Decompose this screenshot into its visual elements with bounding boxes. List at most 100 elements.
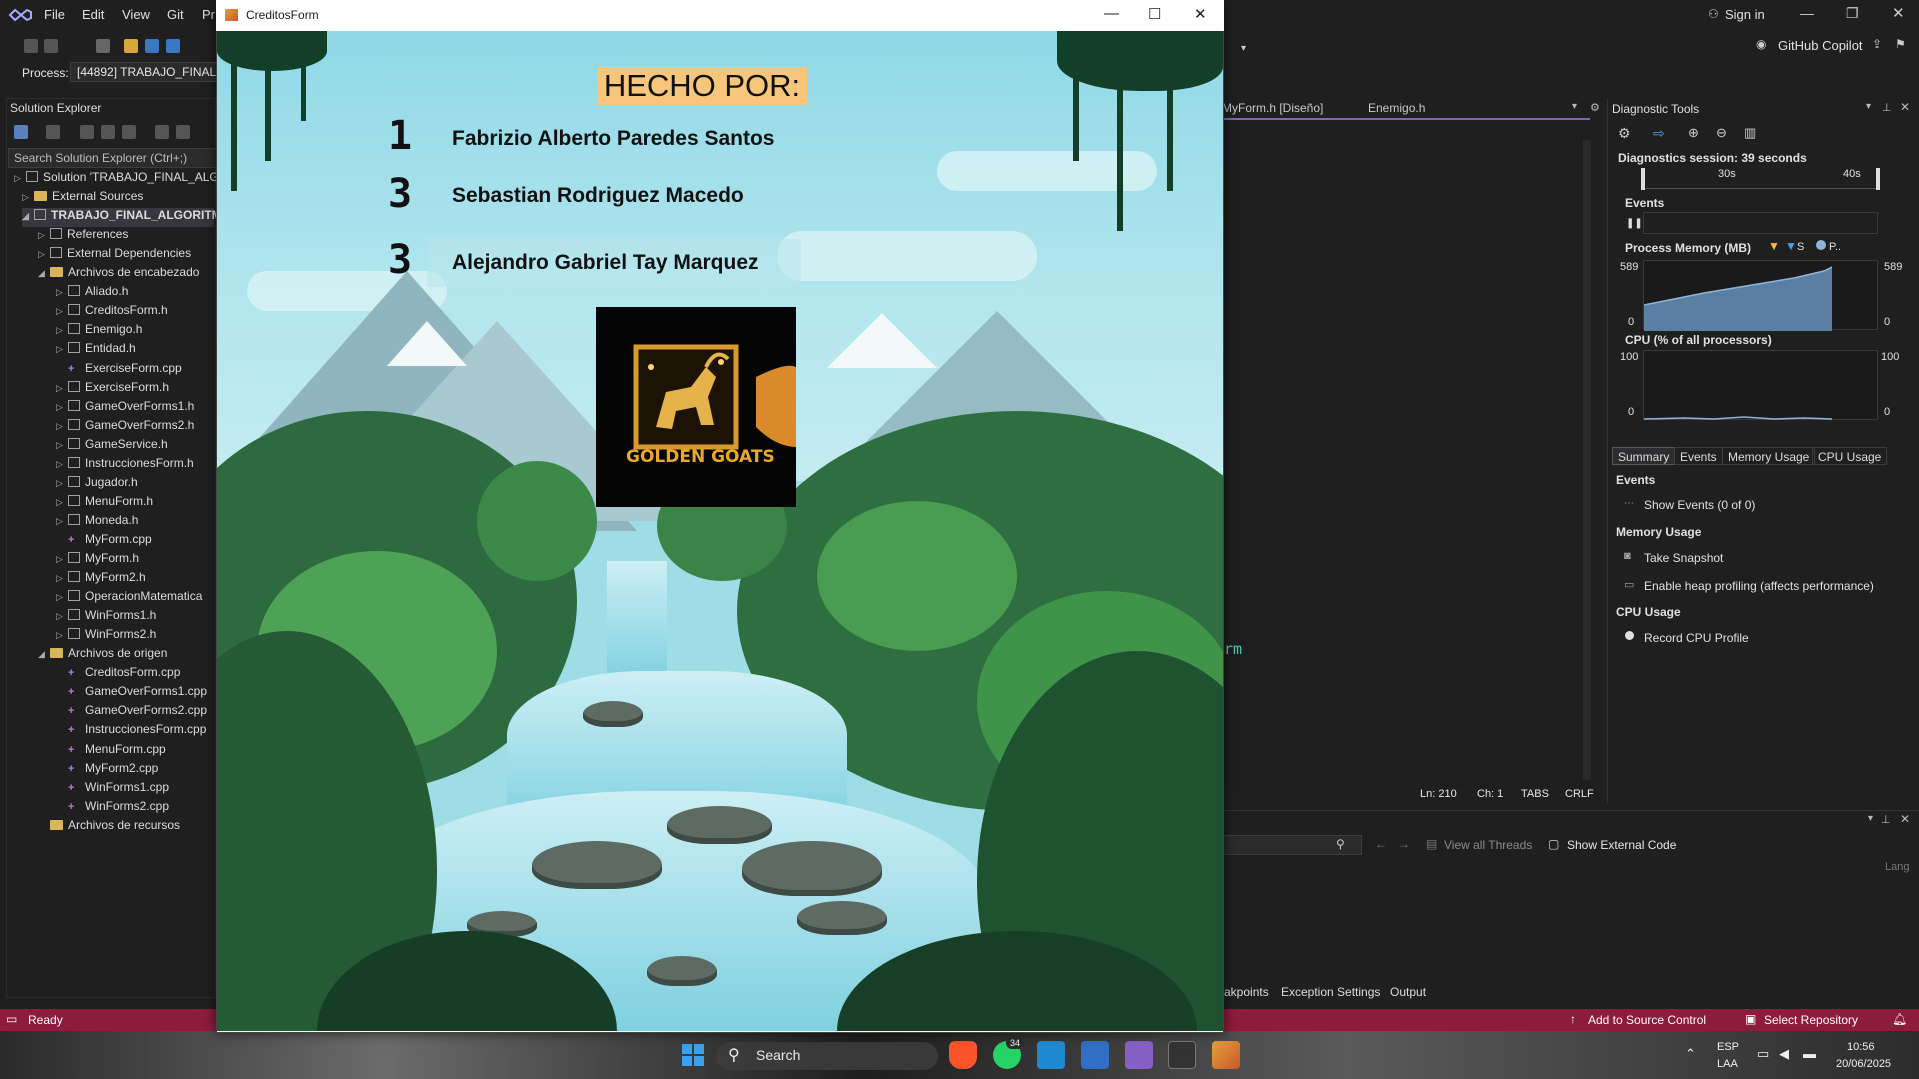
open-folder-icon[interactable] [124, 39, 138, 53]
heap-profiling-link[interactable]: Enable heap profiling (affects performan… [1644, 579, 1874, 593]
new-item-icon[interactable] [96, 39, 110, 53]
tree-item[interactable]: ▷ Solution 'TRABAJO_FINAL_ALGO [14, 170, 228, 189]
show-external-code-button[interactable]: Show External Code [1567, 838, 1676, 852]
timeline-end-handle[interactable] [1876, 168, 1880, 190]
diag-pin-icon[interactable]: ⊥ [1882, 101, 1892, 114]
diag-tab-events[interactable]: Events [1674, 447, 1723, 465]
history-icon[interactable] [46, 125, 60, 139]
expand-chevron-icon[interactable]: ▷ [56, 573, 68, 584]
expand-chevron-icon[interactable]: ▷ [56, 611, 68, 622]
tree-item[interactable]: + WinForms1.cpp [56, 780, 214, 799]
form-maximize-icon[interactable]: ☐ [1148, 5, 1161, 23]
tree-item[interactable]: ▷ Aliado.h [56, 284, 214, 303]
menu-edit[interactable]: Edit [82, 7, 104, 22]
expand-chevron-icon[interactable]: ▷ [14, 173, 26, 184]
tab-list-icon[interactable]: ▾ [1572, 101, 1577, 112]
nav-forward-icon[interactable]: → [1398, 837, 1410, 851]
minimize-icon[interactable]: — [1800, 5, 1814, 21]
save-all-icon[interactable] [166, 39, 180, 53]
notifications-icon[interactable]: 🔔︎ [1892, 1012, 1907, 1026]
tree-item[interactable]: ▷ GameOverForms2.h [56, 418, 214, 437]
menu-git[interactable]: Git [167, 7, 184, 22]
memory-section-header[interactable]: Process Memory (MB) [1625, 241, 1751, 255]
form-close-icon[interactable]: ✕ [1194, 5, 1207, 23]
record-cpu-profile-link[interactable]: Record CPU Profile [1644, 631, 1749, 645]
expand-chevron-icon[interactable]: ▷ [56, 325, 68, 336]
tree-item[interactable]: ▷ Jugador.h [56, 475, 214, 494]
diag-tab-memory-usage[interactable]: Memory Usage [1722, 447, 1816, 465]
github-copilot-button[interactable]: GitHub Copilot [1778, 38, 1863, 53]
expand-chevron-icon[interactable]: ▷ [38, 249, 50, 260]
expand-chevron-icon[interactable]: ▷ [56, 306, 68, 317]
expand-chevron-icon[interactable]: ▷ [56, 592, 68, 603]
tree-item[interactable]: + MenuForm.cpp [56, 742, 214, 761]
back-icon[interactable] [24, 39, 38, 53]
chart-icon[interactable]: ▥ [1744, 125, 1756, 141]
tree-item[interactable]: + GameOverForms1.cpp [56, 684, 214, 703]
tree-item[interactable]: ▷ External Dependencies [38, 246, 214, 265]
expand-chevron-icon[interactable]: ◢ [38, 268, 50, 279]
tree-item[interactable]: ▷ ExerciseForm.h [56, 380, 214, 399]
editor-settings-icon[interactable]: ⚙ [1590, 101, 1600, 114]
notepad-icon[interactable] [1081, 1041, 1109, 1069]
tab-myform-designer[interactable]: MyForm.h [Diseño] [1222, 101, 1323, 115]
tree-item[interactable]: ▷ Enemigo.h [56, 322, 214, 341]
line-ending[interactable]: CRLF [1565, 788, 1594, 800]
creditos-form-app-icon[interactable] [1212, 1041, 1240, 1069]
tray-chevron-icon[interactable]: ⌃ [1685, 1046, 1696, 1062]
timeline-start-handle[interactable] [1641, 168, 1645, 190]
expand-chevron-icon[interactable]: ▷ [56, 497, 68, 508]
share-icon[interactable]: ⇪ [1872, 37, 1882, 51]
menu-file[interactable]: File [44, 7, 65, 22]
volume-icon[interactable]: ◀︎ [1779, 1046, 1789, 1062]
expand-chevron-icon[interactable]: ◢ [38, 649, 50, 660]
creditos-form-titlebar[interactable] [216, 0, 1224, 31]
nav-back-icon[interactable]: ← [1375, 837, 1387, 851]
indent-mode[interactable]: TABS [1521, 788, 1549, 800]
pause-icon[interactable]: ❚❚ [1626, 218, 1643, 229]
tree-item[interactable]: ▷ WinForms2.h [56, 627, 214, 646]
process-select[interactable]: [44892] TRABAJO_FINAL_A [70, 62, 220, 82]
tab-breakpoints[interactable]: akpoints [1224, 985, 1269, 999]
code-editor[interactable] [1222, 98, 1590, 800]
visual-studio-logo-icon[interactable] [8, 6, 34, 24]
tree-item[interactable]: ▷ Entidad.h [56, 341, 214, 360]
expand-chevron-icon[interactable]: ▷ [56, 383, 68, 394]
tree-item[interactable]: ◢ Archivos de encabezado [38, 265, 214, 284]
taskbar-search-box[interactable]: Search [716, 1042, 938, 1070]
diag-export-icon[interactable]: ⇨ [1653, 125, 1665, 142]
windows-start-icon[interactable] [682, 1044, 704, 1066]
tree-item[interactable]: ▷ GameOverForms1.h [56, 399, 214, 418]
code-view-icon[interactable] [155, 125, 169, 139]
panel-menu-icon[interactable]: ▾ [1868, 813, 1873, 824]
tree-item[interactable]: ▷ References [38, 227, 214, 246]
tree-item[interactable]: + GameOverForms2.cpp [56, 703, 214, 722]
refresh-icon[interactable] [80, 125, 94, 139]
cpu-chart[interactable] [1643, 350, 1878, 420]
expand-chevron-icon[interactable]: ▷ [56, 402, 68, 413]
expand-chevron-icon[interactable]: ▷ [56, 287, 68, 298]
tree-item[interactable]: ▷ Moneda.h [56, 513, 214, 532]
tree-item[interactable]: ▷ MyForm.h [56, 551, 214, 570]
tree-item[interactable]: ▷ MenuForm.h [56, 494, 214, 513]
diag-tab-summary[interactable]: Summary [1612, 447, 1676, 465]
expand-chevron-icon[interactable]: ▷ [56, 344, 68, 355]
zoom-in-icon[interactable]: ⊕ [1688, 125, 1699, 141]
expand-chevron-icon[interactable]: ▷ [56, 421, 68, 432]
column-number[interactable]: Ch: 1 [1477, 788, 1503, 800]
solution-explorer-search[interactable]: Search Solution Explorer (Ctrl+;) [8, 148, 218, 168]
collapse-all-icon[interactable] [101, 125, 115, 139]
brave-browser-icon[interactable] [949, 1041, 977, 1069]
diag-close-icon[interactable]: ✕ [1900, 100, 1910, 114]
events-section-header[interactable]: Events [1625, 196, 1664, 210]
expand-chevron-icon[interactable]: ▷ [56, 478, 68, 489]
expand-chevron-icon[interactable]: ▷ [56, 459, 68, 470]
diag-menu-icon[interactable]: ▾ [1866, 101, 1871, 112]
sign-in-link[interactable]: Sign in [1725, 7, 1765, 22]
tree-item[interactable]: + ExerciseForm.cpp [56, 361, 214, 380]
tree-item[interactable]: Archivos de recursos [38, 818, 214, 837]
tree-item[interactable]: ▷ External Sources [22, 189, 214, 208]
diag-tab-cpu-usage[interactable]: CPU Usage [1812, 447, 1888, 465]
diag-settings-icon[interactable]: ⚙ [1618, 125, 1631, 142]
battery-icon[interactable]: ▬ [1803, 1046, 1816, 1061]
